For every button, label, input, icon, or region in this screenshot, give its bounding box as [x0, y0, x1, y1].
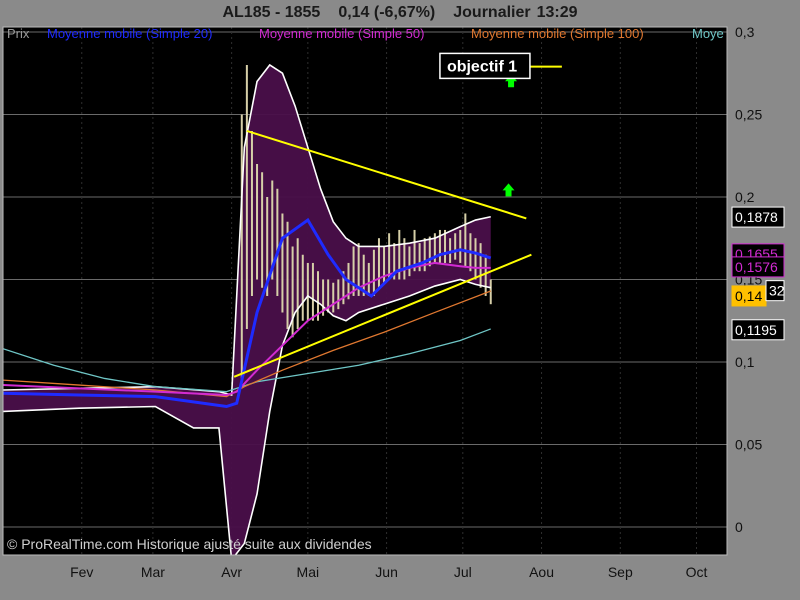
y-tick-label: 0,3 — [735, 24, 755, 40]
legend-item: Prix — [7, 26, 30, 41]
period-label: Journalier — [453, 4, 531, 21]
legend-item: Moyenne mobile (Simple 100) — [471, 26, 644, 41]
x-tick-label: Fev — [70, 564, 93, 580]
legend-item: Moyenne mobile (Simple 50) — [259, 26, 424, 41]
price-tag-label: 32 — [769, 283, 785, 299]
y-tick-label: 0,2 — [735, 189, 755, 205]
price-tag-label: 0,14 — [735, 288, 762, 304]
x-tick-label: Aou — [529, 564, 554, 580]
chart-header: AL185 - 1855 0,14 (-6,67%) Journalier 13… — [0, 0, 800, 26]
legend-item: Moyenne mobile (Simple 20) — [47, 26, 212, 41]
y-tick-label: 0 — [735, 519, 743, 535]
legend-item: Moye — [692, 26, 724, 41]
x-tick-label: Jun — [375, 564, 398, 580]
x-tick-label: Sep — [608, 564, 633, 580]
last-price-change: 0,14 (-6,67%) — [338, 4, 436, 21]
price-tag-label: 0,1878 — [735, 209, 778, 225]
price-tag-label: 0,1195 — [735, 322, 777, 338]
target-label: objectif 1 — [447, 58, 517, 75]
price-tag-label: 0,1576 — [735, 259, 778, 275]
y-tick-label: 0,25 — [735, 106, 762, 122]
y-tick-label: 0,05 — [735, 436, 762, 452]
price-chart[interactable]: objectif 1 Prix Moyenne mobile (Simple 20)… — [0, 0, 800, 600]
x-tick-label: Mar — [141, 564, 165, 580]
symbol-title: AL185 - 1855 — [222, 4, 321, 21]
time-label: 13:29 — [536, 4, 578, 21]
y-tick-label: 0,1 — [735, 354, 755, 370]
x-tick-label: Jul — [454, 564, 472, 580]
x-tick-label: Mai — [297, 564, 320, 580]
watermark-text: © ProRealTime.com Historique ajusté suit… — [7, 536, 372, 552]
x-tick-label: Avr — [221, 564, 242, 580]
x-tick-label: Oct — [686, 564, 708, 580]
